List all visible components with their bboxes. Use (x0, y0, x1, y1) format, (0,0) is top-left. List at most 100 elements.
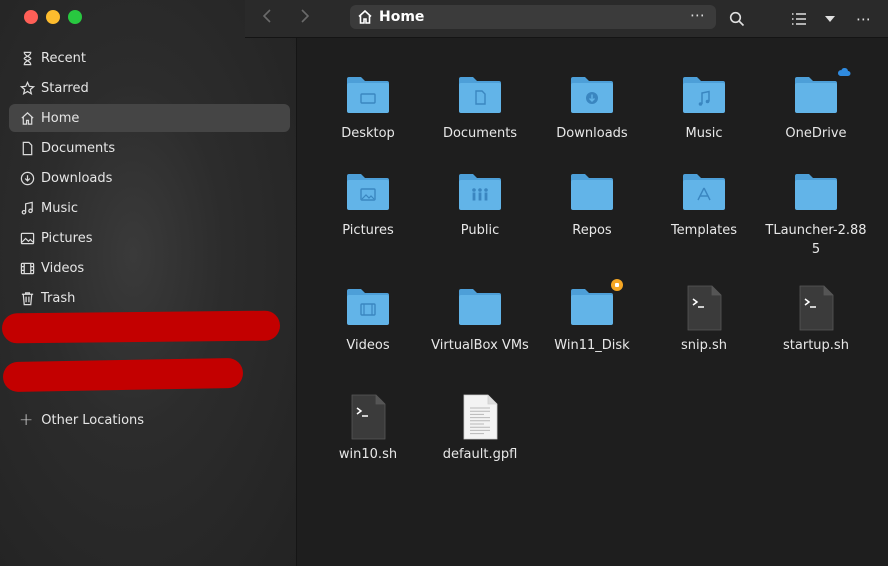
folder-item[interactable]: Pictures (312, 170, 424, 240)
sidebar-item-label: Pictures (41, 230, 93, 246)
folder-item[interactable]: OneDrive (760, 68, 872, 143)
picture-icon (19, 230, 35, 246)
folder-item[interactable]: Music (648, 73, 760, 143)
folder-item[interactable]: Desktop (312, 73, 424, 143)
folder-item[interactable]: TLauncher-2.885 (760, 170, 872, 259)
file-item[interactable]: startup.sh (760, 285, 872, 355)
view-list-button[interactable] (789, 9, 809, 29)
file-name-label: startup.sh (783, 338, 849, 353)
sidebar-item-home[interactable]: Home (9, 104, 290, 132)
file-name-label: Repos (572, 223, 612, 238)
forward-button[interactable] (293, 8, 315, 28)
main-menu-button[interactable]: ⋯ (854, 9, 874, 29)
folder-icon (793, 170, 839, 212)
folder-icon (457, 285, 503, 327)
text-file-icon (457, 394, 503, 440)
sidebar-item-label: Starred (41, 80, 89, 96)
search-button[interactable] (727, 9, 747, 29)
file-item[interactable]: default.gpfl (424, 394, 536, 464)
file-item[interactable]: win10.sh (312, 394, 424, 464)
file-name-label: Win11_Disk (554, 338, 630, 353)
folder-item[interactable]: Win11_Disk (536, 279, 648, 355)
folder-icon (681, 170, 727, 212)
file-name-label: snip.sh (680, 338, 728, 353)
home-icon (357, 9, 373, 25)
file-name-label: Public (460, 223, 500, 238)
cloud-icon (837, 67, 851, 77)
folder-icon (569, 279, 623, 327)
music-icon (19, 200, 35, 216)
download-icon (19, 170, 35, 186)
redaction-mark (1, 310, 281, 344)
location-bar[interactable]: Home ⋯ (350, 5, 716, 29)
sidebar-item-other-locations[interactable]: + Other Locations (19, 406, 144, 434)
trash-icon (19, 290, 35, 306)
back-button[interactable] (257, 8, 279, 28)
chevron-left-icon (262, 9, 271, 23)
sidebar-item-label: Videos (41, 260, 85, 276)
file-name-label: default.gpfl (442, 447, 518, 462)
sidebar-item-label: Documents (41, 140, 116, 156)
folder-item[interactable]: Repos (536, 170, 648, 240)
folder-icon (569, 73, 615, 115)
film-icon (19, 260, 35, 276)
shell-script-icon (345, 394, 391, 440)
lock-icon (611, 279, 623, 291)
folder-item[interactable]: Downloads (536, 73, 648, 143)
sidebar-item-music[interactable]: Music (9, 194, 290, 222)
list-view-icon (792, 13, 806, 25)
sidebar-item-label: Downloads (41, 170, 113, 186)
file-name-label: Templates (670, 223, 738, 238)
clock-icon (19, 50, 35, 66)
places-list: Recent Starred Home Documents Downloads (9, 44, 290, 314)
folder-icon (793, 68, 851, 115)
folder-icon (345, 285, 391, 327)
close-window-button[interactable] (24, 10, 38, 24)
folder-icon (345, 170, 391, 212)
star-icon (19, 80, 35, 96)
header-bar: Home ⋯ ⋯ (245, 0, 888, 38)
redaction-mark (2, 357, 244, 393)
file-name-label: Documents (442, 126, 518, 141)
sidebar-item-label: Music (41, 200, 78, 216)
home-icon (19, 110, 35, 126)
folder-icon (681, 73, 727, 115)
path-options-button[interactable]: ⋯ (690, 6, 706, 24)
file-name-label: Music (685, 126, 723, 141)
file-name-label: VirtualBox VMs (431, 338, 529, 353)
folder-icon (345, 73, 391, 115)
caret-down-icon (825, 16, 835, 22)
sidebar: Recent Starred Home Documents Downloads (0, 0, 297, 566)
window-controls (24, 10, 82, 24)
folder-item[interactable]: Public (424, 170, 536, 240)
file-item[interactable]: snip.sh (648, 285, 760, 355)
sidebar-item-pictures[interactable]: Pictures (9, 224, 290, 252)
file-name-label: Videos (346, 338, 390, 353)
file-name-label: OneDrive (785, 126, 847, 141)
minimize-window-button[interactable] (46, 10, 60, 24)
breadcrumb-home[interactable]: Home (379, 9, 424, 25)
sidebar-item-label: Trash (41, 290, 76, 306)
sidebar-item-documents[interactable]: Documents (9, 134, 290, 162)
folder-item[interactable]: Videos (312, 285, 424, 355)
folder-item[interactable]: VirtualBox VMs (424, 285, 536, 355)
file-name-label: Desktop (341, 126, 395, 141)
shell-script-icon (681, 285, 727, 331)
sidebar-item-label: Home (41, 110, 80, 126)
folder-item[interactable]: Documents (424, 73, 536, 143)
view-options-button[interactable] (820, 9, 840, 29)
file-name-label: win10.sh (338, 447, 398, 462)
plus-icon: + (19, 410, 34, 430)
folder-icon (457, 73, 503, 115)
sidebar-item-recent[interactable]: Recent (9, 44, 290, 72)
file-name-label: TLauncher-2.885 (765, 223, 867, 257)
sidebar-item-downloads[interactable]: Downloads (9, 164, 290, 192)
sidebar-item-videos[interactable]: Videos (9, 254, 290, 282)
sidebar-item-trash[interactable]: Trash (9, 284, 290, 312)
folder-icon (457, 170, 503, 212)
maximize-window-button[interactable] (68, 10, 82, 24)
file-name-label: Pictures (342, 223, 394, 238)
shell-script-icon (793, 285, 839, 331)
folder-item[interactable]: Templates (648, 170, 760, 240)
sidebar-item-starred[interactable]: Starred (9, 74, 290, 102)
